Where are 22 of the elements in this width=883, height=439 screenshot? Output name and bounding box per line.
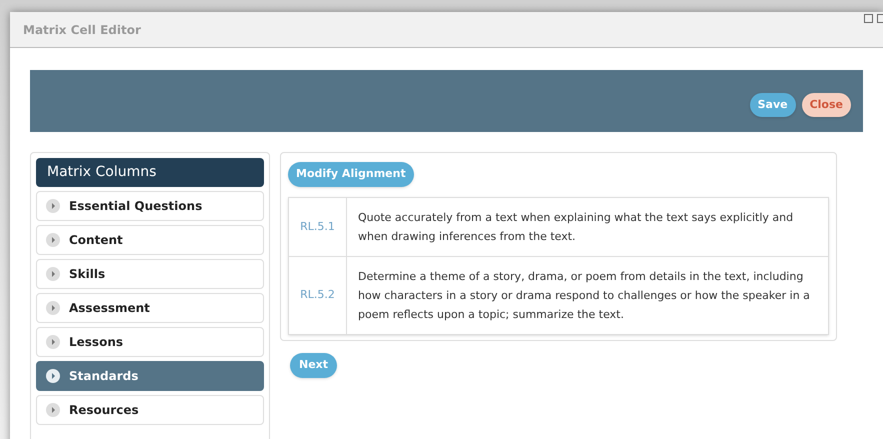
sidebar-item[interactable]: Content [36, 225, 264, 255]
maximize-icon[interactable] [864, 14, 873, 23]
window-title: Matrix Cell Editor [23, 22, 141, 38]
chevron-icon [46, 301, 60, 315]
sidebar-header: Matrix Columns [36, 158, 264, 187]
chevron-icon [46, 267, 60, 281]
standard-code: RL.5.2 [289, 256, 347, 334]
standard-description: Quote accurately from a text when explaining what the text says explicitly and when drawing inferences from the text. [357, 210, 794, 245]
sidebar-item[interactable]: Lessons [36, 327, 264, 357]
sidebar-item[interactable]: Standards [36, 361, 264, 391]
sidebar-item[interactable]: Resources [36, 395, 264, 425]
sidebar-item[interactable]: Essential Questions [36, 191, 264, 221]
chevron-icon [46, 403, 60, 417]
sidebar-item[interactable]: Skills [36, 259, 264, 289]
standard-code: RL.5.1 [289, 198, 347, 256]
sidebar-item[interactable]: Assessment [36, 293, 264, 323]
standard-description: Determine a theme of a story, drama, or poem from details in the text, including how characters in a story or drama respond to challenges or how the speaker in a poem reflects upon a topic; summarize the text. [357, 268, 811, 323]
chevron-icon [46, 233, 60, 247]
chevron-icon [46, 335, 60, 349]
restore-icon[interactable] [877, 14, 883, 23]
chevron-icon [46, 199, 60, 213]
chevron-icon [46, 369, 60, 383]
